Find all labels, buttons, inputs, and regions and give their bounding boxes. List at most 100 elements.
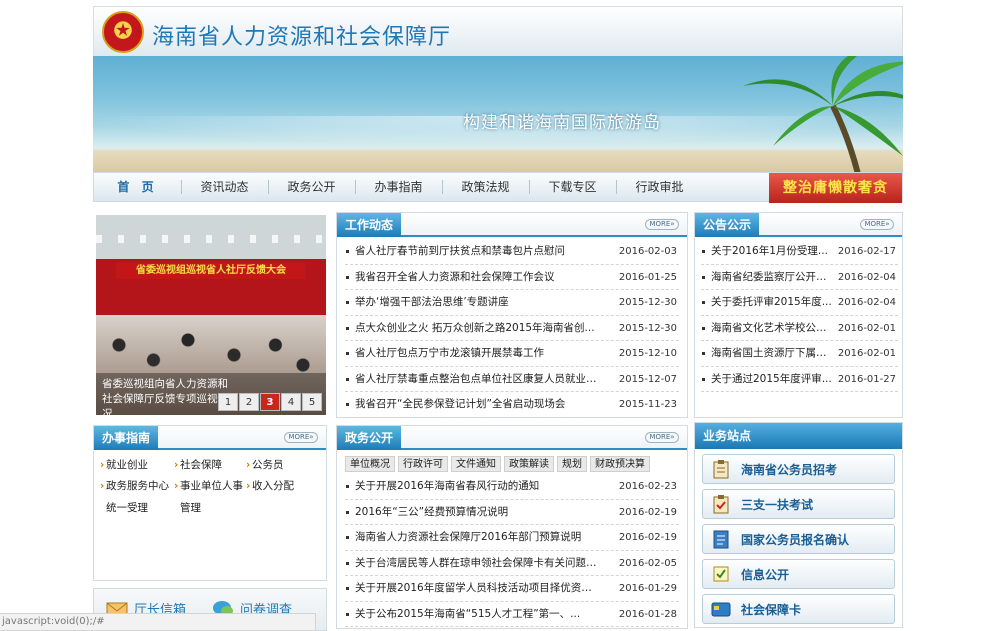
work-news-header: 工作动态 MORE» bbox=[337, 213, 687, 237]
notice-item[interactable]: 海南省纪委监察厅公开招聘... 2016-02-04 bbox=[701, 265, 898, 290]
nav-item-gov-open[interactable]: 政务公开 bbox=[268, 172, 355, 202]
work-news-item[interactable]: 省人社厅春节前到厅扶贫点和禁毒包片点慰问 2016-02-03 bbox=[345, 239, 679, 265]
work-news-item-title[interactable]: 我省召开全省人力资源和社会保障工作会议 bbox=[355, 265, 599, 290]
guide-link-management-cont[interactable]: 管理 bbox=[174, 500, 246, 515]
tag-notices[interactable]: 文件通知 bbox=[451, 456, 501, 472]
work-news-item-title[interactable]: 省人社厅春节前到厅扶贫点和禁毒包片点慰问 bbox=[355, 239, 599, 264]
guide-link-public-institution[interactable]: 事业单位人事 bbox=[174, 479, 246, 494]
tag-planning[interactable]: 规划 bbox=[557, 456, 587, 472]
tag-budget[interactable]: 财政预决算 bbox=[590, 456, 650, 472]
work-news-more-button[interactable]: MORE» bbox=[645, 219, 679, 230]
nav-item-downloads[interactable]: 下载专区 bbox=[529, 172, 616, 202]
notices-list: 关于2016年1月份受理... 2016-02-17 海南省纪委监察厅公开招聘...… bbox=[695, 237, 902, 392]
work-news-item-title[interactable]: 省人社厅禁毒重点整治包点单位社区康复人员就业培训第... bbox=[355, 367, 599, 392]
notice-item-date: 2016-01-27 bbox=[837, 373, 896, 385]
notice-item[interactable]: 海南省文化艺术学校公开招... 2016-02-01 bbox=[701, 316, 898, 341]
slide-page-1[interactable]: 1 bbox=[218, 393, 238, 411]
slide-page-3[interactable]: 3 bbox=[260, 393, 280, 411]
nav-item-policy[interactable]: 政策法规 bbox=[442, 172, 529, 202]
site-header: 海南省人力资源和社会保障厅 bbox=[93, 6, 903, 56]
site-title[interactable]: 海南省人力资源和社会保障厅 bbox=[152, 19, 451, 51]
notices-more-button[interactable]: MORE» bbox=[860, 219, 894, 230]
notice-item-title[interactable]: 关于通过2015年度评审... bbox=[711, 367, 832, 392]
station-civil-exam-button[interactable]: 海南省公务员招考 bbox=[702, 454, 895, 484]
notice-item[interactable]: 关于2016年1月份受理... 2016-02-17 bbox=[701, 239, 898, 265]
notice-item[interactable]: 关于委托评审2015年度... 2016-02-04 bbox=[701, 290, 898, 316]
browser-status-bar: javascript:void(0);/# bbox=[0, 613, 316, 631]
station-info-open-button[interactable]: 信息公开 bbox=[702, 559, 895, 589]
slide-page-5[interactable]: 5 bbox=[302, 393, 322, 411]
guide-link-service-center[interactable]: 政务服务中心 bbox=[100, 479, 174, 494]
gov-open-item-title[interactable]: 关于开展2016年海南省春风行动的通知 bbox=[355, 474, 599, 499]
work-news-item-date: 2015-11-23 bbox=[618, 399, 677, 410]
guide-header: 办事指南 MORE» bbox=[94, 426, 326, 450]
gov-open-item-title[interactable]: 2016年“三公”经费预算情况说明 bbox=[355, 500, 599, 525]
gov-open-item-title[interactable]: 关于开展2016年度留学人员科技活动项目择优资助... bbox=[355, 576, 599, 601]
gov-open-item[interactable]: 关于公布2015年海南省“515人才工程”第一、... 2016-01-28 bbox=[345, 602, 679, 627]
work-news-item-title[interactable]: 点大众创业之火 拓万众创新之路2015年海南省创... bbox=[355, 316, 599, 341]
gov-open-item-title[interactable]: 海南省人力资源社会保障厅2016年部门预算说明 bbox=[355, 525, 599, 550]
station-label-info-open: 信息公开 bbox=[741, 567, 790, 582]
notice-item-title[interactable]: 海南省国土资源厅下属事业... bbox=[711, 341, 832, 366]
work-news-panel: 工作动态 MORE» 省人社厅春节前到厅扶贫点和禁毒包片点慰问 2016-02-0… bbox=[336, 212, 688, 418]
nav-item-news[interactable]: 资讯动态 bbox=[181, 172, 268, 202]
gov-open-item-date: 2016-01-28 bbox=[618, 608, 677, 620]
work-news-item[interactable]: 我省召开全省人力资源和社会保障工作会议 2016-01-25 bbox=[345, 265, 679, 290]
slide-page-4[interactable]: 4 bbox=[281, 393, 301, 411]
station-social-card-button[interactable]: 社会保障卡 bbox=[702, 594, 895, 624]
notice-item-date: 2016-02-04 bbox=[837, 297, 896, 308]
guide-more-button[interactable]: MORE» bbox=[284, 432, 318, 443]
work-news-item[interactable]: 省人社厅禁毒重点整治包点单位社区康复人员就业培训第... 2015-12-07 bbox=[345, 367, 679, 392]
work-news-title: 工作动态 bbox=[337, 213, 402, 237]
notice-item[interactable]: 关于通过2015年度评审... 2016-01-27 bbox=[701, 367, 898, 392]
guide-link-unified-cont[interactable]: 统一受理 bbox=[100, 500, 174, 515]
station-three-support-button[interactable]: 三支一扶考试 bbox=[702, 489, 895, 519]
guide-link-employment[interactable]: 就业创业 bbox=[100, 458, 174, 473]
station-label-national-exam: 国家公务员报名确认 bbox=[741, 532, 850, 547]
work-news-item[interactable]: 我省召开“全民参保登记计划”全省启动现场会 2015-11-23 bbox=[345, 392, 679, 418]
nav-item-guide[interactable]: 办事指南 bbox=[355, 172, 442, 202]
tag-policy-interpret[interactable]: 政策解读 bbox=[504, 456, 554, 472]
gov-open-more-button[interactable]: MORE» bbox=[645, 432, 679, 443]
gov-open-item-date: 2016-02-19 bbox=[618, 506, 677, 518]
notice-item-date: 2016-02-01 bbox=[837, 322, 896, 334]
work-news-item[interactable]: 省人社厅包点万宁市龙滚镇开展禁毒工作 2015-12-10 bbox=[345, 341, 679, 367]
work-news-item-title[interactable]: 举办‘增强干部法治思维’专题讲座 bbox=[355, 290, 599, 315]
work-news-item-title[interactable]: 省人社厅包点万宁市龙滚镇开展禁毒工作 bbox=[355, 341, 599, 366]
work-news-item-date: 2016-02-03 bbox=[618, 246, 677, 257]
photo-slideshow[interactable]: 省委巡视组巡视省人社厅反馈大会 省委巡视组向省人力资源和社会保障厅反馈专项巡视情… bbox=[96, 215, 326, 415]
gov-open-item[interactable]: 海南省人力资源社会保障厅2016年部门预算说明 2016-02-19 bbox=[345, 525, 679, 551]
notices-panel: 公告公示 MORE» 关于2016年1月份受理... 2016-02-17 海南省纪… bbox=[694, 212, 903, 418]
notice-item-title[interactable]: 海南省文化艺术学校公开招... bbox=[711, 316, 832, 341]
guide-link-income[interactable]: 收入分配 bbox=[246, 479, 314, 494]
work-news-item[interactable]: 举办‘增强干部法治思维’专题讲座 2015-12-30 bbox=[345, 290, 679, 316]
notice-item-title[interactable]: 关于委托评审2015年度... bbox=[711, 290, 832, 315]
gov-open-item-title[interactable]: 关于公布2015年海南省“515人才工程”第一、... bbox=[355, 602, 599, 627]
promo-banner[interactable]: 整治庸懒散奢贪 bbox=[769, 173, 902, 203]
tag-admin-license[interactable]: 行政许可 bbox=[398, 456, 448, 472]
slide-page-2[interactable]: 2 bbox=[239, 393, 259, 411]
gov-open-item-date: 2016-01-29 bbox=[618, 583, 677, 594]
guide-link-civil-servant[interactable]: 公务员 bbox=[246, 458, 314, 473]
gov-open-item[interactable]: 关于开展2016年度留学人员科技活动项目择优资助... 2016-01-29 bbox=[345, 576, 679, 602]
gov-open-item-date: 2016-02-23 bbox=[618, 481, 677, 492]
work-news-item-title[interactable]: 我省召开“全民参保登记计划”全省启动现场会 bbox=[355, 392, 599, 417]
work-news-item[interactable]: 点大众创业之火 拓万众创新之路2015年海南省创... 2015-12-30 bbox=[345, 316, 679, 341]
gov-open-header: 政务公开 MORE» bbox=[337, 426, 687, 450]
notice-item[interactable]: 海南省国土资源厅下属事业... 2016-02-01 bbox=[701, 341, 898, 367]
notice-item-title[interactable]: 海南省纪委监察厅公开招聘... bbox=[711, 265, 832, 290]
banner-slogan: 构建和谐海南国际旅游岛 bbox=[463, 113, 661, 133]
tag-unit-overview[interactable]: 单位概况 bbox=[345, 456, 395, 472]
national-emblem-icon bbox=[102, 11, 144, 53]
gov-open-item[interactable]: 关于开展2016年海南省春风行动的通知 2016-02-23 bbox=[345, 474, 679, 500]
gov-open-item[interactable]: 2016年“三公”经费预算情况说明 2016-02-19 bbox=[345, 500, 679, 525]
gov-open-item[interactable]: 关于台湾居民等人群在琼申领社会保障卡有关问题的... 2016-02-05 bbox=[345, 551, 679, 576]
nav-item-approval[interactable]: 行政审批 bbox=[616, 172, 703, 202]
gov-open-item-title[interactable]: 关于台湾居民等人群在琼申领社会保障卡有关问题的... bbox=[355, 551, 599, 576]
business-station-panel: 业务站点 海南省公务员招考 三支一扶考试 国家公务员报名确认 信息公开 社会保障… bbox=[694, 422, 903, 628]
notice-item-title[interactable]: 关于2016年1月份受理... bbox=[711, 239, 832, 264]
slide-lights bbox=[96, 235, 326, 243]
nav-item-home[interactable]: 首 页 bbox=[94, 172, 181, 202]
station-national-exam-button[interactable]: 国家公务员报名确认 bbox=[702, 524, 895, 554]
guide-link-social-security[interactable]: 社会保障 bbox=[174, 458, 246, 473]
